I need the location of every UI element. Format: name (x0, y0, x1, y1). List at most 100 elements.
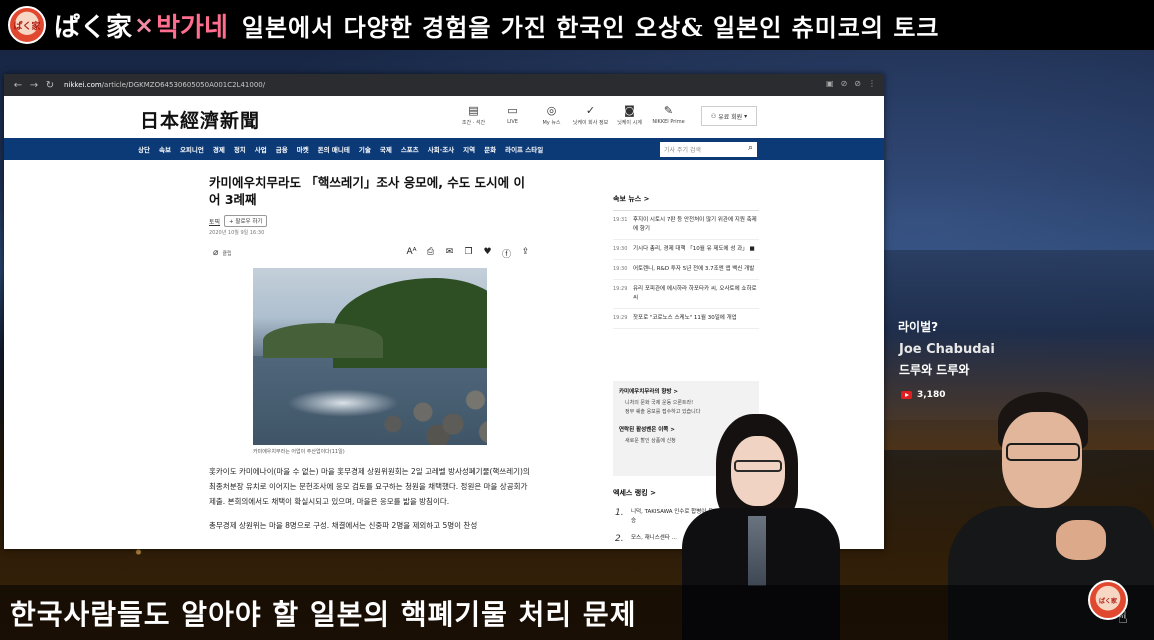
share-toolbar: Aᴬ ⎙ ✉ ❐ ♥ ⓕ ⇪ (406, 247, 531, 260)
site-logo[interactable]: 日本經濟新聞 (140, 106, 260, 133)
header-link-edition[interactable]: ▤ 조간 · 석간 (454, 104, 493, 126)
article-body: 홋카이도 카미에나이(마을 수 없는) 마을 홋무경제 상원위원회는 2일 고레… (209, 464, 534, 542)
news-time: 19:30 (613, 246, 628, 252)
nav-item[interactable]: 돈의 매니테 (318, 144, 350, 154)
back-icon[interactable]: ← (10, 80, 26, 91)
caption-text: 한국사람들도 알아야 할 일본의 핵폐기물 처리 문제 (10, 598, 637, 631)
photo-breakwater (348, 368, 487, 445)
nav-item[interactable]: 문화 (484, 144, 496, 154)
category-nav: 상단 속보 오피니언 경제 정치 사업 금융 마켓 돈의 매니테 기술 국제 스… (4, 138, 884, 160)
extension-icon[interactable]: ⊘ (841, 79, 848, 88)
news-time: 19:29 (613, 286, 628, 292)
nav-item[interactable]: 스포츠 (401, 144, 419, 154)
extension-icon[interactable]: ▣ (826, 79, 834, 88)
search-input[interactable]: 기사 주기 검색 ⌕ (660, 142, 757, 157)
breaking-news-sidebar: 속보 뉴스 > 19:31 후지이 시토시 7판 등 안전처이 많기 위관에 지원… (613, 194, 759, 329)
globe-icon: ◙ (624, 104, 635, 117)
hand-cursor-icon: ☝ (1118, 608, 1128, 627)
clip-button[interactable]: ⌀ 클립 (213, 248, 232, 258)
nav-item[interactable]: 상단 (138, 144, 150, 154)
news-item[interactable]: 19:31 후지이 시토시 7판 등 안전처이 많기 위관에 지원 축제에 향기 (613, 211, 759, 240)
overlay-question: 라이벌? (898, 320, 939, 334)
article-paragraph: 총무경제 상원위는 마을 8명으로 구성. 채결에서는 신중파 2명을 제외하고… (209, 521, 478, 530)
article-photo (253, 268, 487, 445)
article-date: 2020년 10월 9일 16:30 (209, 230, 265, 236)
hand (1056, 520, 1106, 560)
login-button[interactable]: ⚇ 유료 회원 ▾ (701, 106, 757, 126)
mail-icon[interactable]: ✉ (444, 247, 455, 260)
browser-extensions: ▣ ⊘ ⊘ ⋮ (826, 79, 876, 88)
article-title: 카미에우치무라도 「핵쓰레기」조사 응모에, 수도 도시에 이어 3례째 (209, 175, 526, 207)
brand-korean: 박가네 (156, 12, 228, 43)
related-box-title[interactable]: 카미에우치무라의 향방 > (619, 387, 753, 395)
header-link-clock[interactable]: ◙ 닛케이 시계 (610, 104, 649, 126)
twitter-icon[interactable]: ♥ (482, 247, 493, 260)
news-time: 19:31 (613, 217, 628, 223)
search-placeholder: 기사 주기 검색 (664, 147, 701, 154)
nav-item[interactable]: 기술 (359, 144, 371, 154)
news-time: 19:30 (613, 266, 628, 272)
nav-item[interactable]: 지역 (463, 144, 475, 154)
category-nav-items: 상단 속보 오피니언 경제 정치 사업 금융 마켓 돈의 매니테 기술 국제 스… (138, 138, 543, 160)
header-link-label: 조간 · 석간 (461, 120, 486, 126)
brand-japanese: ぱく家 (54, 12, 133, 43)
facebook-icon[interactable]: ⓕ (501, 247, 512, 260)
nav-item[interactable]: 오피니언 (180, 144, 204, 154)
site-header: 日本經濟新聞 ▤ 조간 · 석간 ▭ LIVE ◎ My 뉴스 ✓ 닛케이 회사 정보 … (4, 96, 884, 138)
watermark-text: ぱく家 (1098, 597, 1117, 605)
breaking-news-heading[interactable]: 속보 뉴스 > (613, 194, 759, 211)
header-link-label: 닛케이 회사 정보 (572, 120, 609, 126)
topic-row: 토픽 + 팔로우 하기 (209, 215, 268, 227)
address-bar[interactable]: nikkei.com/article/DGKMZO64530605050A001… (64, 81, 265, 89)
print-icon[interactable]: ⎙ (425, 247, 436, 260)
news-item[interactable]: 19:30 기시다 총리, 경제 대책 「10월 유 제도에 성 과」 ■ (613, 240, 759, 260)
access-ranking-heading[interactable]: 엑세스 랭킹 > (613, 488, 656, 498)
copy-icon[interactable]: ❐ (463, 247, 474, 260)
menu-icon[interactable]: ⋮ (868, 79, 876, 88)
video-icon: ▭ (507, 104, 518, 117)
forward-icon[interactable]: → (26, 80, 42, 91)
nav-item[interactable]: 국제 (380, 144, 392, 154)
news-item[interactable]: 19:29 유리 포피관에 에시하라 하포타카 씨, 오사토에 쇼하로 씨 (613, 280, 759, 309)
nav-item[interactable]: 라이프 스타일 (505, 144, 543, 154)
nav-item[interactable]: 경제 (213, 144, 225, 154)
photo-hill (263, 323, 383, 358)
url-host: nikkei.com (64, 81, 102, 89)
top-banner: ぱく家 ぱく家 × 박가네 일본에서 다양한 경험을 가진 한국인 오상& 일본… (0, 0, 1154, 50)
youtube-icon (901, 391, 912, 399)
channel-logo-icon: ぱく家 (8, 6, 46, 44)
reload-icon[interactable]: ↻ (42, 80, 58, 91)
overlay-viewer-message: 드루와 드루와 (899, 363, 970, 377)
news-item[interactable]: 19:30 어토렌니, R&D 투자 5년 전에 3.7조엔 앱 백신 개발 (613, 260, 759, 280)
nav-item[interactable]: 금융 (276, 144, 288, 154)
news-text: 잣포로 "코로노스 스케노" 11월 30일에 개업 (633, 315, 737, 321)
overlay-viewer-name: Joe Chabudai (899, 342, 995, 357)
nav-item[interactable]: 사업 (255, 144, 267, 154)
glasses (734, 460, 782, 472)
extension-icon[interactable]: ⊘ (854, 79, 861, 88)
follow-button[interactable]: + 팔로우 하기 (224, 215, 268, 227)
overlay-count-value: 3,180 (917, 390, 946, 400)
channel-logo-text: ぱく家 (13, 21, 41, 32)
share-icon[interactable]: ⇪ (520, 247, 531, 260)
related-link[interactable]: 니처의 문화 국제 운동 으론트라! (619, 399, 753, 408)
header-link-prime[interactable]: ✎ NIKKEI Prime (649, 104, 688, 126)
header-link-company[interactable]: ✓ 닛케이 회사 정보 (571, 104, 610, 126)
search-icon[interactable]: ⌕ (748, 143, 753, 153)
nav-item[interactable]: 마켓 (297, 144, 309, 154)
nav-item[interactable]: 속보 (159, 144, 171, 154)
news-item[interactable]: 19:29 잣포로 "코로노스 스케노" 11월 30일에 개업 (613, 309, 759, 329)
topic-link[interactable]: 토픽 (209, 217, 220, 226)
nav-item[interactable]: 정치 (234, 144, 246, 154)
header-link-live[interactable]: ▭ LIVE (493, 104, 532, 126)
header-link-label: My 뉴스 (542, 120, 561, 126)
header-link-mynews[interactable]: ◎ My 뉴스 (532, 104, 571, 126)
font-size-icon[interactable]: Aᴬ (406, 247, 417, 260)
browser-toolbar: ← → ↻ nikkei.com/article/DGKMZO645306050… (4, 74, 884, 96)
nav-item[interactable]: 사회·조사 (428, 144, 454, 154)
clip-label: 클립 (222, 250, 232, 257)
paperclip-icon: ⌀ (213, 248, 219, 258)
news-text: 후지이 시토시 7판 등 안전처이 많기 위관에 지원 축제에 향기 (633, 217, 757, 232)
header-link-label: 닛케이 시계 (617, 120, 642, 126)
news-time: 19:29 (613, 315, 628, 321)
